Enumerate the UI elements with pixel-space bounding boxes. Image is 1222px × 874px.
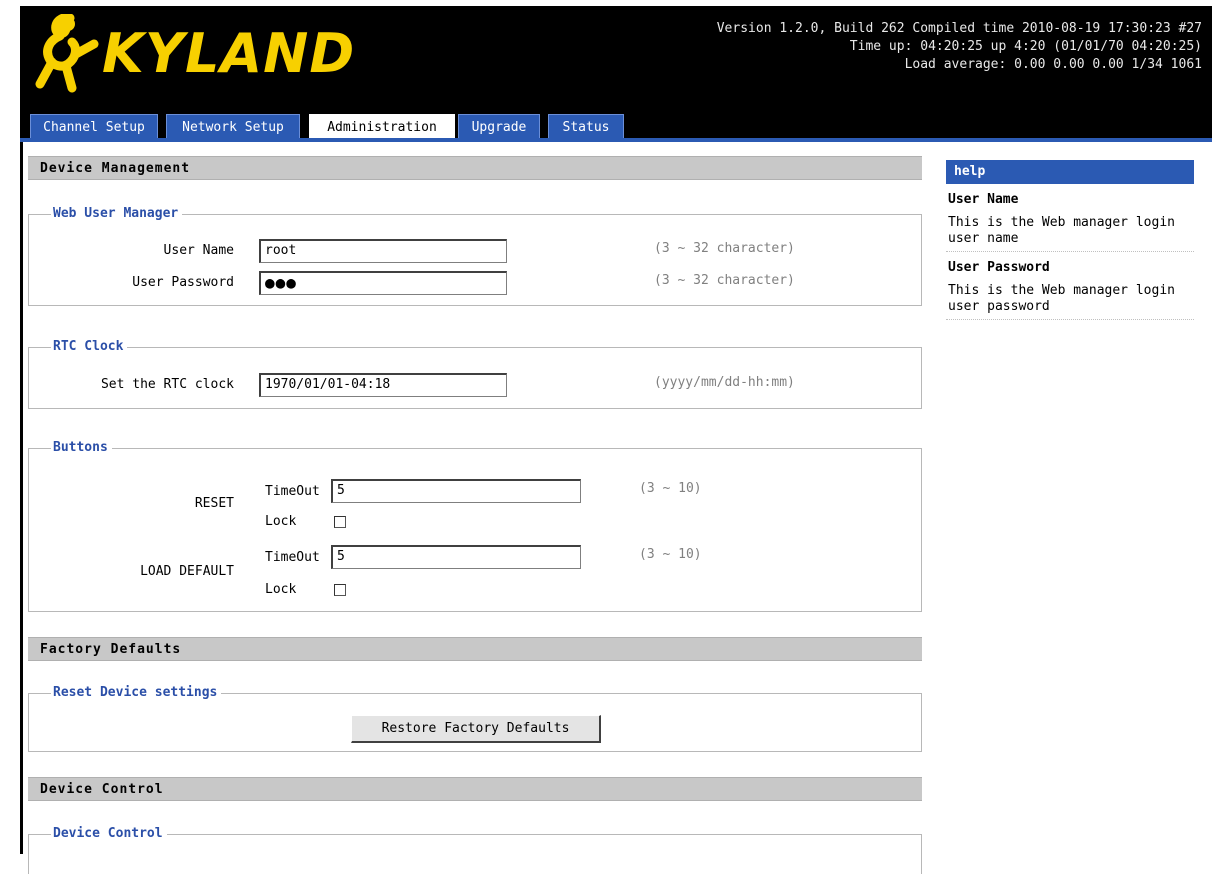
version-line: Version 1.2.0, Build 262 Compiled time 2… bbox=[716, 21, 1202, 36]
user-name-label: User Name bbox=[163, 243, 234, 258]
reset-label: RESET bbox=[194, 496, 234, 511]
user-password-label: User Password bbox=[132, 275, 234, 290]
logo-mark-icon bbox=[35, 14, 99, 93]
help-item-user-password: User Password This is the Web manager lo… bbox=[946, 252, 1194, 320]
load-default-timeout-input[interactable]: 5 bbox=[331, 545, 581, 569]
rtc-clock-legend: RTC Clock bbox=[33, 337, 128, 357]
tab-status[interactable]: Status bbox=[548, 114, 624, 140]
help-panel: help User Name This is the Web manager l… bbox=[946, 160, 1194, 320]
uptime-line: Time up: 04:20:25 up 4:20 (01/01/70 04:2… bbox=[849, 39, 1202, 54]
device-control-fieldset: Device Control bbox=[28, 824, 922, 874]
reset-lock-label: Lock bbox=[265, 514, 297, 529]
reset-timeout-hint: (3 ~ 10) bbox=[639, 481, 702, 496]
load-default-timeout-label: TimeOut bbox=[265, 550, 320, 565]
tab-network-setup[interactable]: Network Setup bbox=[166, 114, 300, 140]
load-average-line: Load average: 0.00 0.00 0.00 1/34 1061 bbox=[904, 57, 1202, 72]
user-password-hint: (3 ~ 32 character) bbox=[654, 273, 795, 288]
device-management-header: Device Management bbox=[28, 156, 922, 180]
reset-lock-checkbox[interactable] bbox=[334, 516, 346, 528]
user-password-input[interactable]: ●●● bbox=[259, 271, 507, 295]
page: KYLAND Version 1.2.0, Build 262 Compiled… bbox=[0, 0, 1212, 874]
rtc-clock-hint: (yyyy/mm/dd-hh:mm) bbox=[654, 375, 795, 390]
help-item-text: This is the Web manager login user name bbox=[948, 215, 1175, 246]
reset-device-settings-fieldset: Reset Device settings Restore Factory De… bbox=[28, 683, 922, 752]
factory-defaults-header: Factory Defaults bbox=[28, 637, 922, 661]
web-user-manager-legend: Web User Manager bbox=[33, 204, 183, 224]
rtc-clock-fieldset: RTC Clock Set the RTC clock 1970/01/01-0… bbox=[28, 337, 922, 409]
web-user-manager-fieldset: Web User Manager User Name root (3 ~ 32 … bbox=[28, 204, 922, 306]
load-default-lock-checkbox[interactable] bbox=[334, 584, 346, 596]
load-default-label: LOAD DEFAULT bbox=[140, 564, 234, 579]
load-default-lock-label: Lock bbox=[265, 582, 297, 597]
user-name-hint: (3 ~ 32 character) bbox=[654, 241, 795, 256]
load-default-timeout-hint: (3 ~ 10) bbox=[639, 547, 702, 562]
help-item-title: User Password bbox=[948, 260, 1050, 275]
help-item-title: User Name bbox=[948, 192, 1019, 207]
reset-timeout-input[interactable]: 5 bbox=[331, 479, 581, 503]
help-item-user-name: User Name This is the Web manager login … bbox=[946, 184, 1194, 252]
header-banner: KYLAND Version 1.2.0, Build 262 Compiled… bbox=[20, 6, 1212, 142]
tab-channel-setup[interactable]: Channel Setup bbox=[30, 114, 158, 140]
logo-text: KYLAND bbox=[102, 22, 356, 85]
device-control-legend: Device Control bbox=[33, 824, 167, 844]
buttons-legend: Buttons bbox=[33, 438, 112, 458]
main-content: Device Management Web User Manager User … bbox=[20, 142, 927, 874]
kyland-logo: KYLAND bbox=[32, 8, 356, 98]
rtc-clock-label: Set the RTC clock bbox=[100, 377, 234, 392]
rtc-clock-input[interactable]: 1970/01/01-04:18 bbox=[259, 373, 507, 397]
reset-timeout-label: TimeOut bbox=[265, 484, 320, 499]
user-name-input[interactable]: root bbox=[259, 239, 507, 263]
device-control-header: Device Control bbox=[28, 777, 922, 801]
restore-factory-defaults-button[interactable]: Restore Factory Defaults bbox=[351, 715, 601, 743]
help-item-text: This is the Web manager login user passw… bbox=[948, 283, 1175, 314]
buttons-fieldset: Buttons RESET TimeOut 5 (3 ~ 10) Lock LO… bbox=[28, 438, 922, 612]
help-header: help bbox=[946, 160, 1194, 184]
tab-upgrade[interactable]: Upgrade bbox=[458, 114, 540, 140]
reset-device-settings-legend: Reset Device settings bbox=[33, 683, 222, 703]
version-info: Version 1.2.0, Build 262 Compiled time 2… bbox=[717, 20, 1202, 74]
